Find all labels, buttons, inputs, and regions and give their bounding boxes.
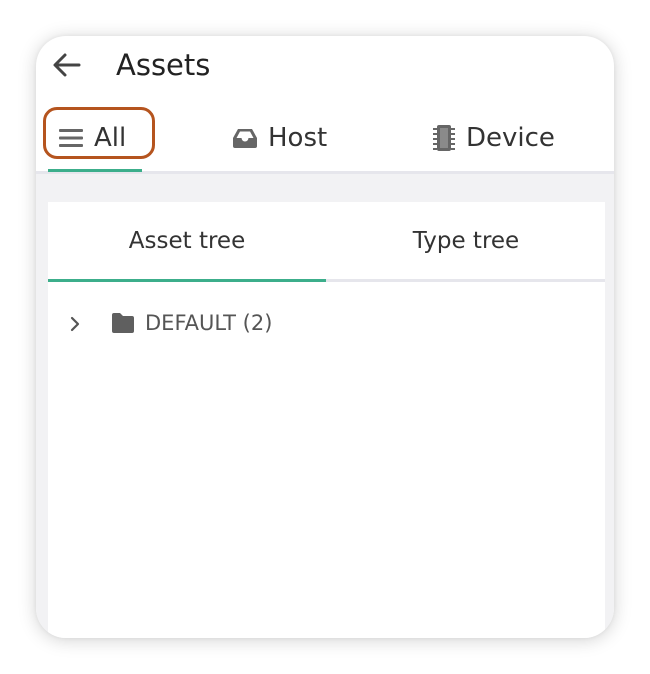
- folder-icon: [112, 313, 134, 333]
- chevron-right-icon[interactable]: [66, 315, 84, 333]
- arrow-left-icon: [53, 53, 81, 77]
- tab-device-label: Device: [466, 123, 555, 153]
- menu-lines-icon: [58, 127, 84, 149]
- back-button[interactable]: [50, 48, 84, 82]
- tree-panel: Asset tree Type tree DEFAULT (2): [48, 202, 605, 638]
- tree-type-tabs: Asset tree Type tree: [48, 202, 605, 282]
- tab-host[interactable]: Host: [232, 108, 327, 168]
- tab-device[interactable]: Device: [432, 108, 555, 168]
- tree-node-default[interactable]: DEFAULT (2): [48, 306, 605, 342]
- asset-type-tabs: All Host Device: [36, 108, 614, 174]
- selected-subtab-indicator: [48, 279, 326, 282]
- selected-tab-indicator: [48, 169, 142, 172]
- assets-panel: Assets All Host Device Asset tree Type t…: [36, 36, 614, 638]
- page-title: Assets: [116, 48, 211, 82]
- inbox-tray-icon: [232, 127, 258, 149]
- tree-node-label: DEFAULT (2): [145, 311, 273, 335]
- tab-type-tree[interactable]: Type tree: [327, 202, 605, 279]
- tab-all-label: All: [94, 123, 127, 153]
- content-area: Asset tree Type tree DEFAULT (2): [36, 174, 614, 638]
- header: Assets: [36, 36, 614, 100]
- tab-all[interactable]: All: [58, 108, 126, 168]
- chip-icon: [432, 124, 456, 152]
- tab-host-label: Host: [268, 123, 328, 153]
- tab-asset-tree[interactable]: Asset tree: [48, 202, 326, 279]
- screen: Assets All Host Device Asset tree Type t…: [0, 0, 650, 674]
